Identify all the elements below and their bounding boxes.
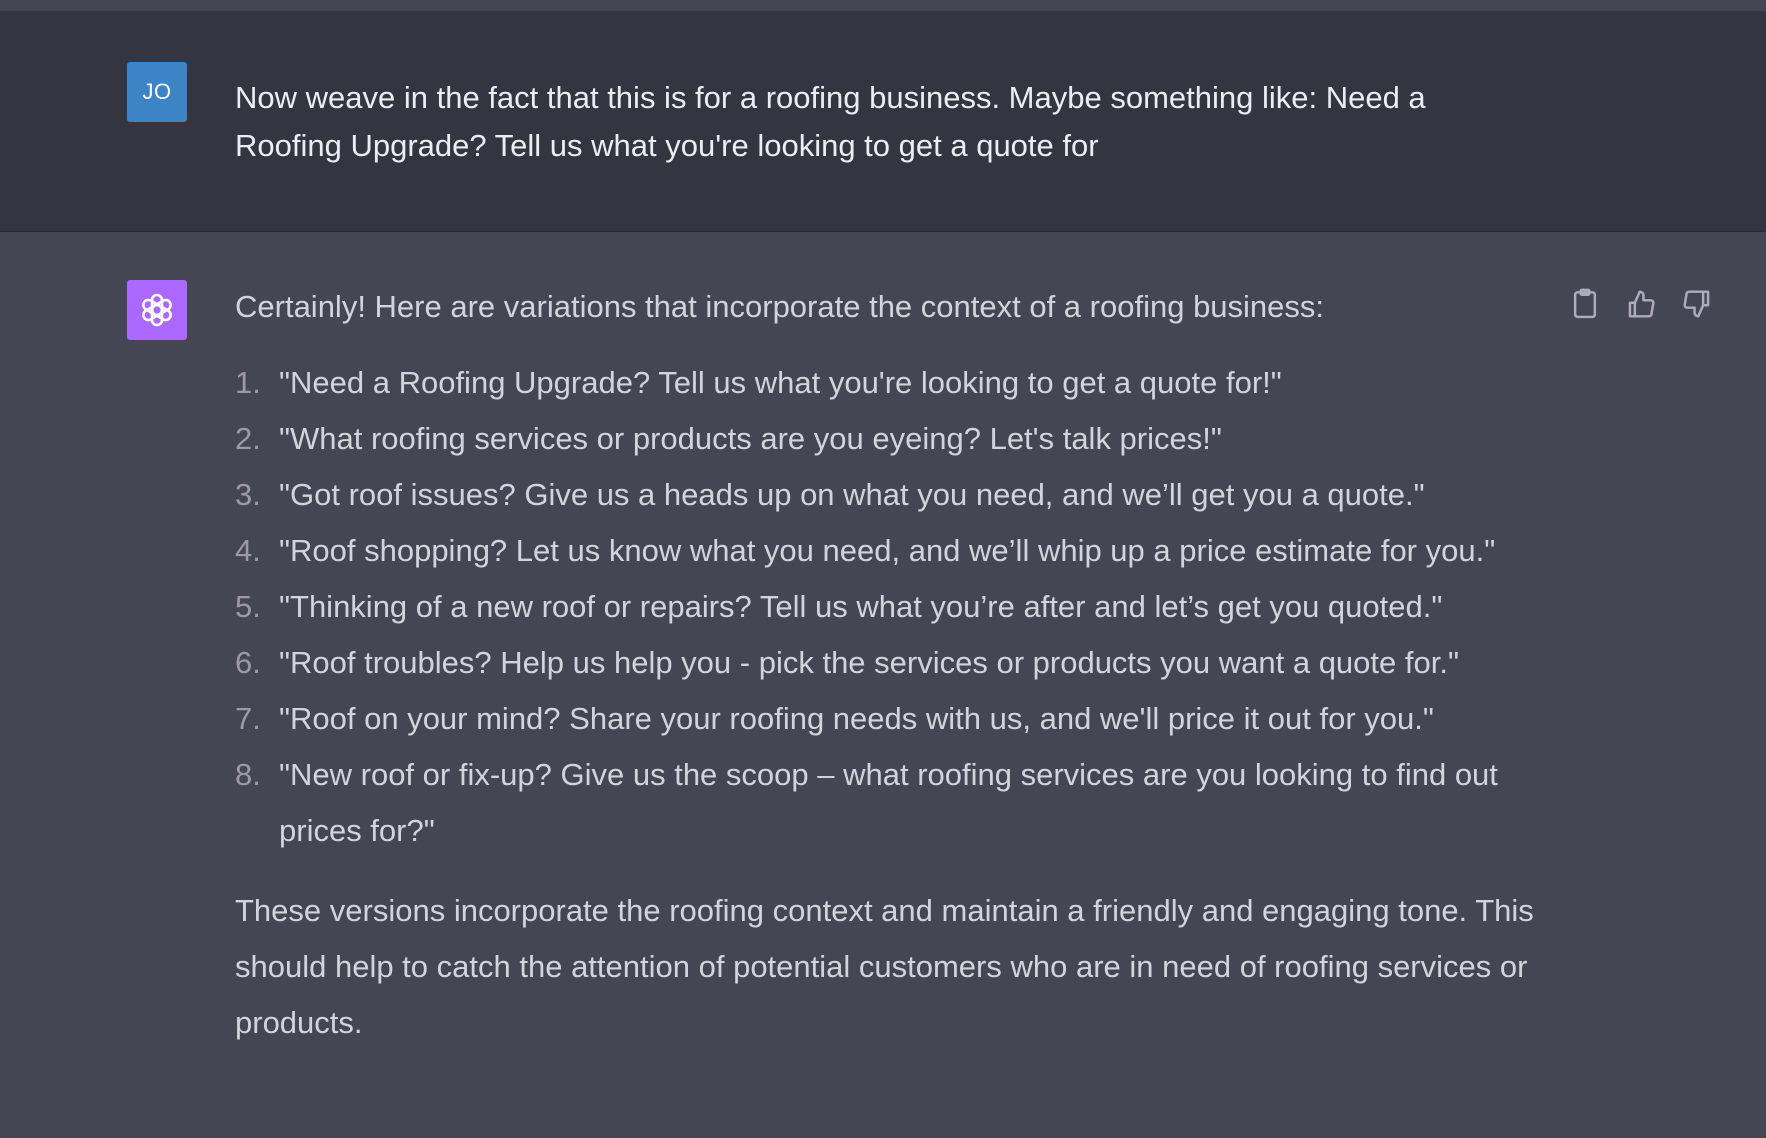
list-item-text: "New roof or fix-up? Give us the scoop –… bbox=[279, 757, 1498, 848]
top-strip bbox=[0, 0, 1766, 11]
list-item-number: 5. bbox=[235, 589, 261, 624]
openai-logo-icon bbox=[142, 293, 172, 327]
assistant-intro: Certainly! Here are variations that inco… bbox=[235, 289, 1325, 324]
list-item-text: "Roof on your mind? Share your roofing n… bbox=[279, 701, 1434, 736]
copy-button[interactable] bbox=[1570, 287, 1600, 321]
user-message-text: Now weave in the fact that this is for a… bbox=[235, 80, 1426, 163]
list-item-text: "Got roof issues? Give us a heads up on … bbox=[279, 477, 1425, 512]
thumbs-up-button[interactable] bbox=[1626, 287, 1656, 321]
list-item-number: 1. bbox=[235, 365, 261, 400]
message-actions bbox=[1570, 287, 1712, 321]
list-item-text: "Need a Roofing Upgrade? Tell us what yo… bbox=[279, 365, 1282, 400]
list-item-text: "Roof troubles? Help us help you - pick … bbox=[279, 645, 1459, 680]
list-item-number: 7. bbox=[235, 701, 261, 736]
list-item-text: "Roof shopping? Let us know what you nee… bbox=[279, 533, 1496, 568]
list-item: 4. "Roof shopping? Let us know what you n… bbox=[235, 523, 1535, 579]
list-item-text: "Thinking of a new roof or repairs? Tell… bbox=[279, 589, 1443, 624]
list-item: 2. "What roofing services or products are… bbox=[235, 411, 1535, 467]
list-item: 8. "New roof or fix-up? Give us the scoop… bbox=[235, 747, 1535, 859]
list-item: 3. "Got roof issues? Give us a heads up o… bbox=[235, 467, 1535, 523]
list-item-number: 8. bbox=[235, 757, 261, 792]
thumbs-down-button[interactable] bbox=[1682, 287, 1712, 321]
variations-list: 1. "Need a Roofing Upgrade? Tell us what … bbox=[235, 355, 1535, 859]
clipboard-icon bbox=[1573, 288, 1597, 319]
list-item: 5. "Thinking of a new roof or repairs? Te… bbox=[235, 579, 1535, 635]
thumbs-up-icon bbox=[1628, 290, 1655, 318]
list-item: 7. "Roof on your mind? Share your roofing… bbox=[235, 691, 1535, 747]
list-item: 6. "Roof troubles? Help us help you - pic… bbox=[235, 635, 1535, 691]
assistant-avatar bbox=[127, 280, 187, 340]
assistant-message-text: Certainly! Here are variations that inco… bbox=[235, 283, 1535, 1051]
thumbs-down-icon bbox=[1683, 290, 1710, 318]
list-item-text: "What roofing services or products are y… bbox=[279, 421, 1222, 456]
list-item: 1. "Need a Roofing Upgrade? Tell us what … bbox=[235, 355, 1535, 411]
list-item-number: 4. bbox=[235, 533, 261, 568]
assistant-closing: These versions incorporate the roofing c… bbox=[235, 893, 1534, 1040]
user-avatar-initials: JO bbox=[142, 79, 172, 104]
list-item-number: 3. bbox=[235, 477, 261, 512]
user-message-row: JO Now weave in the fact that this is fo… bbox=[0, 11, 1766, 232]
list-item-number: 6. bbox=[235, 645, 261, 680]
list-item-number: 2. bbox=[235, 421, 261, 456]
user-avatar: JO bbox=[127, 62, 187, 122]
assistant-message-row: Certainly! Here are variations that inco… bbox=[0, 232, 1766, 1138]
